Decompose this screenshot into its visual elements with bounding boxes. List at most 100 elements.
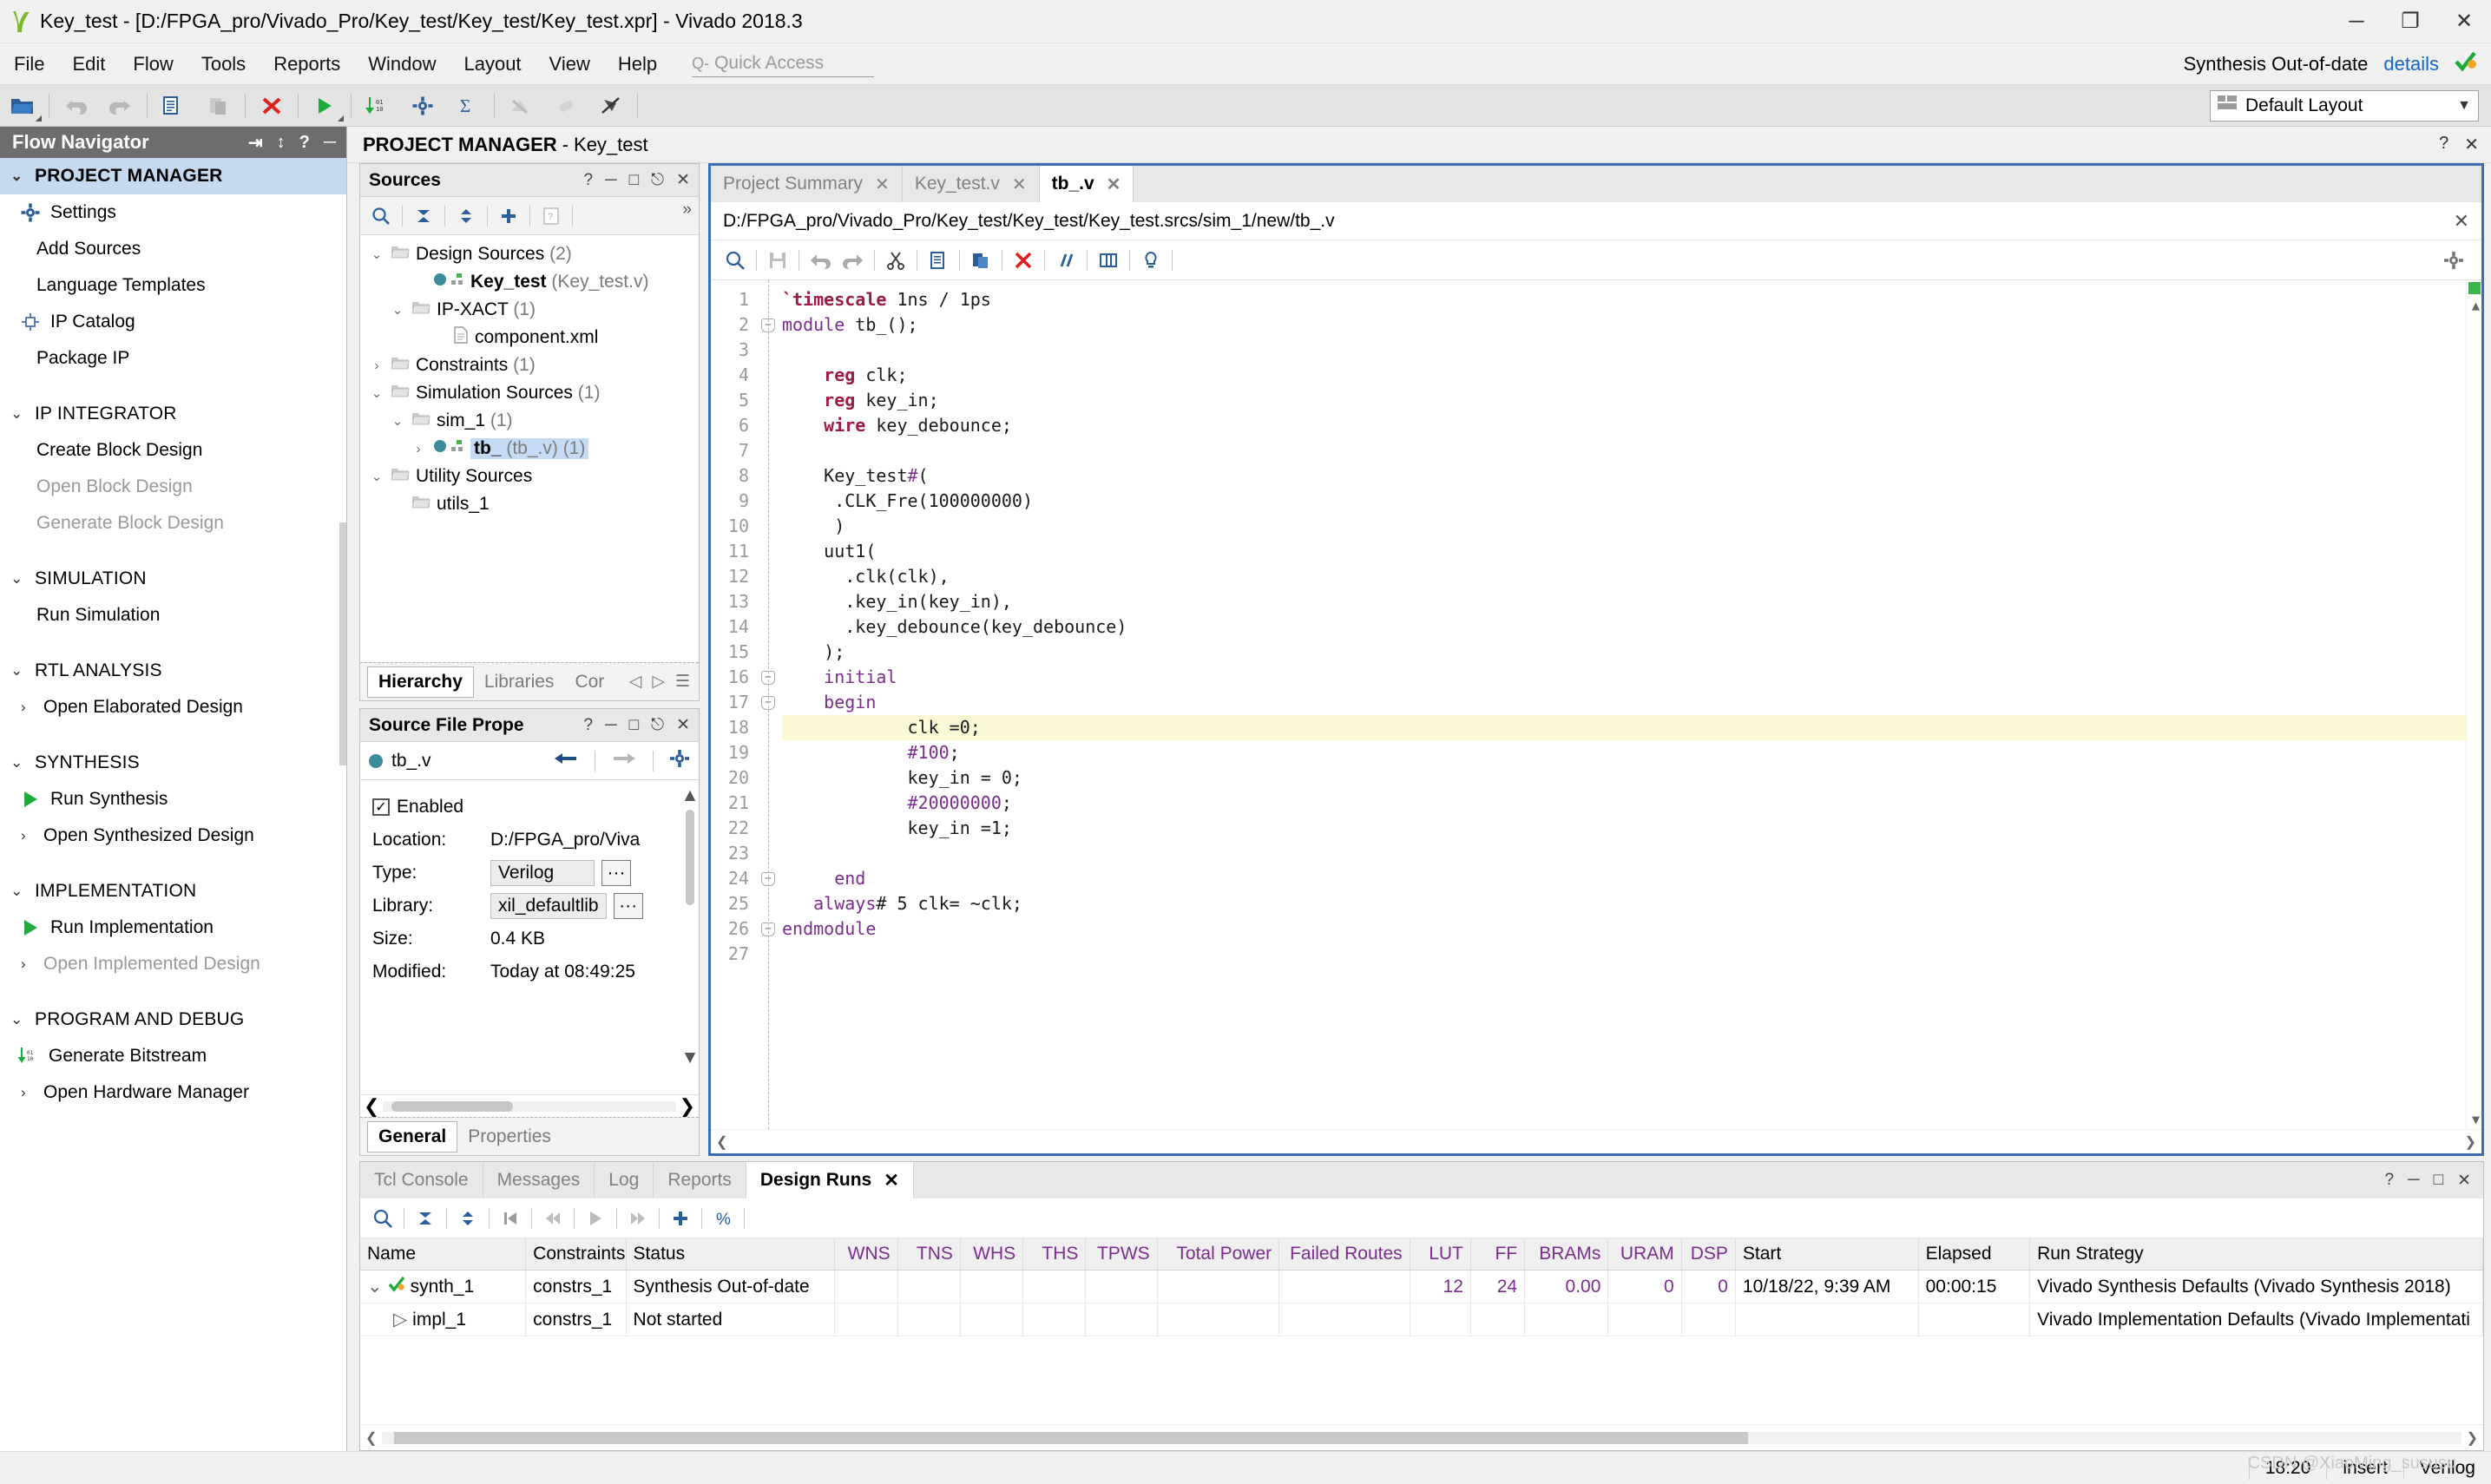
close-tab-icon[interactable]: ✕ [1107, 174, 1121, 195]
code-line[interactable]: key_in = 0; [782, 765, 2481, 791]
properties-gear-icon[interactable] [669, 749, 690, 773]
search-icon[interactable] [367, 1203, 398, 1234]
tree-row[interactable]: ⌄ Utility Sources [360, 463, 699, 490]
delete-icon[interactable] [249, 87, 294, 125]
design-runs-table[interactable]: Name Constraints Status WNS TNS WHS THS TPWS Tot… [360, 1238, 2483, 1336]
chevron-right-icon[interactable]: › [411, 442, 426, 456]
column-header-wns[interactable]: WNS [834, 1238, 898, 1271]
tree-row[interactable]: › Constraints (1) [360, 351, 699, 379]
save-icon[interactable] [762, 245, 793, 276]
chevron-down-icon[interactable]: ⌄ [369, 246, 384, 262]
details-link[interactable]: details [2383, 53, 2439, 76]
previous-run-icon[interactable] [537, 1203, 569, 1234]
fold-toggle[interactable]: − [756, 866, 782, 891]
help-icon[interactable]: ? [2385, 1171, 2395, 1190]
flow-item-run-synthesis[interactable]: Run Synthesis [0, 781, 346, 818]
code-line[interactable]: `timescale 1ns / 1ps [782, 287, 2481, 312]
sources-tab-libraries[interactable]: Libraries [474, 667, 565, 697]
table-icon[interactable] [1093, 245, 1124, 276]
chevron-down-icon[interactable]: ⌄ [367, 1277, 383, 1297]
properties-tab-properties[interactable]: Properties [457, 1122, 562, 1152]
redo-icon[interactable] [98, 87, 143, 125]
column-header-whs[interactable]: WHS [960, 1238, 1024, 1271]
tree-row[interactable]: utils_1 [360, 490, 699, 518]
code-line[interactable]: ) [782, 514, 2481, 539]
properties-tab-general[interactable]: General [367, 1120, 458, 1152]
enabled-checkbox[interactable]: ✓ [372, 798, 390, 816]
code-line[interactable]: .key_in(key_in), [782, 589, 2481, 614]
delete-icon[interactable] [1008, 245, 1039, 276]
minimize-icon[interactable]: ─ [2408, 1171, 2419, 1190]
layout-selector[interactable]: Default Layout ▼ [2210, 89, 2479, 121]
more-icon[interactable]: » [682, 200, 692, 220]
paste-icon[interactable] [965, 245, 996, 276]
redo-icon[interactable] [838, 245, 869, 276]
code-text[interactable]: `timescale 1ns / 1ps module tb_(); reg cl… [782, 280, 2481, 1129]
code-line[interactable]: .clk(clk), [782, 564, 2481, 589]
chevron-down-icon[interactable]: ⌄ [369, 385, 384, 401]
copy-icon[interactable] [151, 87, 196, 125]
code-line[interactable]: end [782, 866, 2481, 891]
flow-item-run-implementation[interactable]: Run Implementation [0, 909, 346, 946]
code-line[interactable]: reg key_in; [782, 388, 2481, 413]
sources-tree[interactable]: ⌄ Design Sources (2) Key_test (Key_test.v)… [360, 235, 699, 662]
menu-tools[interactable]: Tools [187, 48, 260, 81]
float-icon[interactable]: ⎋ [651, 171, 664, 190]
code-area[interactable]: 1 2 3 4 5 6 7 8 9 10 11 12 13 14 15 16 17 18 19 20 21 22 23 24 2… [711, 280, 2481, 1129]
maximize-icon[interactable]: □ [2434, 1171, 2443, 1190]
code-line[interactable]: uut1( [782, 539, 2481, 564]
code-line[interactable]: endmodule [782, 916, 2481, 942]
report-noise-icon[interactable] [588, 87, 634, 125]
launch-run-icon[interactable] [580, 1203, 611, 1234]
comment-icon[interactable] [1050, 245, 1081, 276]
flow-section-rtl-analysis[interactable]: ⌄ RTL ANALYSIS [0, 653, 346, 689]
report-power-icon[interactable] [543, 87, 588, 125]
tab-prev-icon[interactable]: ◁ [629, 672, 642, 692]
close-tab-icon[interactable]: ✕ [1012, 174, 1027, 195]
help-icon[interactable]: ? [2439, 134, 2448, 155]
help-icon[interactable]: ? [584, 716, 594, 735]
add-sources-icon[interactable] [493, 200, 524, 232]
column-header-ff[interactable]: FF [1470, 1238, 1526, 1271]
close-icon[interactable]: ✕ [676, 170, 690, 190]
expand-collapse-icon[interactable]: ↕ [277, 133, 286, 153]
editor-tab-key-test-v[interactable]: Key_test.v ✕ [903, 166, 1040, 202]
code-line[interactable] [782, 338, 2481, 363]
code-line[interactable]: .CLK_Fre(100000000) [782, 489, 2481, 514]
minimize-icon[interactable]: ─ [605, 171, 616, 190]
flow-navigator-scrollbar[interactable] [339, 158, 346, 1451]
editor-settings-gear-icon[interactable] [2438, 245, 2469, 276]
expand-all-icon[interactable] [450, 200, 482, 232]
property-value[interactable]: xil_defaultlib [490, 893, 607, 919]
chevron-down-icon[interactable]: ⌄ [369, 469, 384, 484]
menu-layout[interactable]: Layout [450, 48, 535, 81]
back-arrow-icon[interactable] [553, 750, 579, 772]
hint-bulb-icon[interactable] [1135, 245, 1167, 276]
flow-section-program-and-debug[interactable]: ⌄ PROGRAM AND DEBUG [0, 1001, 346, 1038]
flow-item-language-templates[interactable]: Language Templates [0, 267, 346, 304]
close-tab-icon[interactable]: ✕ [884, 1170, 899, 1192]
flow-item-create-block-design[interactable]: Create Block Design [0, 432, 346, 469]
search-icon[interactable] [365, 200, 397, 232]
fold-toggle[interactable]: − [756, 312, 782, 338]
bottom-tab-messages[interactable]: Messages [483, 1162, 595, 1198]
tree-row[interactable]: ⌄ Simulation Sources (1) [360, 379, 699, 407]
tree-row[interactable]: › tb_ (tb_.v) (1) [360, 435, 699, 463]
chevron-right-icon[interactable]: ▷ [393, 1310, 407, 1330]
help-icon[interactable]: ? [299, 133, 310, 153]
minimize-button[interactable]: ─ [2330, 0, 2383, 43]
maximize-icon[interactable]: □ [629, 171, 639, 190]
code-line[interactable]: reg clk; [782, 363, 2481, 388]
flow-item-settings[interactable]: Settings [0, 194, 346, 231]
column-header-brams[interactable]: BRAMs [1524, 1238, 1609, 1271]
tree-row[interactable]: component.xml [360, 324, 699, 351]
property-value[interactable]: Verilog [490, 860, 595, 886]
percent-icon[interactable]: % [707, 1203, 739, 1234]
first-run-icon[interactable] [495, 1203, 526, 1234]
code-line[interactable] [782, 438, 2481, 463]
scroll-right-icon[interactable]: ❯ [2465, 1133, 2476, 1151]
code-horizontal-scrollbar[interactable]: ❮ ❯ [711, 1129, 2481, 1153]
code-fold-column[interactable]: − − − − − [756, 280, 782, 1129]
code-line[interactable]: #20000000; [782, 791, 2481, 816]
tree-row[interactable]: ⌄ Design Sources (2) [360, 240, 699, 268]
